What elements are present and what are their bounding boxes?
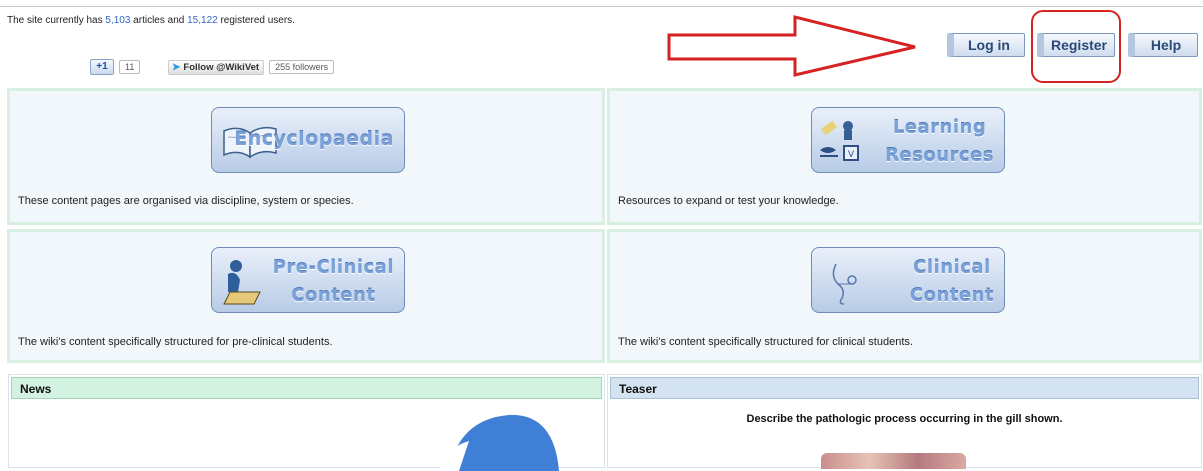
news-graphic-icon <box>439 414 559 471</box>
stats-text: articles and <box>130 15 188 26</box>
pre-clinical-description: The wiki's content specifically structur… <box>18 336 333 348</box>
news-panel: News <box>8 374 605 471</box>
learning-resources-panel: V Learning Resources Resources to expand… <box>607 88 1202 225</box>
google-plus-widget: +1 11 <box>90 59 141 75</box>
encyclopaedia-panel: Encyclopaedia These content pages are or… <box>7 88 605 225</box>
login-button[interactable]: Log in <box>947 33 1025 57</box>
google-plus-count: 11 <box>119 60 141 74</box>
news-header: News <box>11 377 602 399</box>
student-reading-icon <box>223 260 261 305</box>
clinical-title: Clinical Content <box>910 254 994 310</box>
site-stats: The site currently has 5,103 articles an… <box>7 15 295 26</box>
pre-clinical-panel: Pre-Clinical Content The wiki's content … <box>7 229 605 363</box>
twitter-bird-icon: ➤ <box>172 61 181 73</box>
pre-clinical-title: Pre-Clinical Content <box>273 254 394 310</box>
tile-title-line: Content <box>291 285 376 306</box>
tile-title-line: Clinical <box>913 257 991 278</box>
tile-title-line: Resources <box>885 145 994 166</box>
twitter-follow-label: Follow @WikiVet <box>183 61 260 73</box>
encyclopaedia-title: Encyclopaedia <box>234 128 394 150</box>
teaser-question: Describe the pathologic process occurrin… <box>746 413 1063 425</box>
learning-resources-description: Resources to expand or test your knowled… <box>618 195 839 207</box>
top-divider <box>0 6 1203 7</box>
clinical-description: The wiki's content specifically structur… <box>618 336 913 348</box>
clinical-button[interactable]: Clinical Content <box>811 247 1005 313</box>
teaser-panel: Teaser Describe the pathologic process o… <box>607 374 1202 469</box>
articles-count-link[interactable]: 5,103 <box>105 15 130 26</box>
tile-title-line: Content <box>909 285 994 306</box>
encyclopaedia-button[interactable]: Encyclopaedia <box>211 107 405 173</box>
annotation-arrow-icon <box>667 15 916 77</box>
teaser-header: Teaser <box>610 377 1199 399</box>
help-button[interactable]: Help <box>1128 33 1198 57</box>
register-highlight-circle <box>1031 10 1121 83</box>
twitter-followers-count: 255 followers <box>269 60 335 74</box>
twitter-follow-button[interactable]: ➤ Follow @WikiVet <box>168 59 265 75</box>
google-plus-button[interactable]: +1 <box>90 59 114 75</box>
stats-text: registered users. <box>217 15 295 26</box>
stats-text: The site currently has <box>7 15 106 26</box>
learning-resources-icons: V <box>820 120 859 161</box>
svg-text:V: V <box>848 150 855 160</box>
learning-resources-button[interactable]: V Learning Resources <box>811 107 1005 173</box>
stethoscope-icon <box>832 263 857 305</box>
encyclopaedia-description: These content pages are organised via di… <box>18 195 354 207</box>
tile-title-line: Pre-Clinical <box>272 257 394 278</box>
twitter-widget: ➤ Follow @WikiVet 255 followers <box>168 59 335 75</box>
learning-resources-title: Learning Resources <box>885 114 994 170</box>
gill-image[interactable] <box>821 453 966 469</box>
clinical-panel: Clinical Content The wiki's content spec… <box>607 229 1202 363</box>
pre-clinical-button[interactable]: Pre-Clinical Content <box>211 247 405 313</box>
users-count-link[interactable]: 15,122 <box>187 15 218 26</box>
tile-title-line: Learning <box>892 117 987 138</box>
